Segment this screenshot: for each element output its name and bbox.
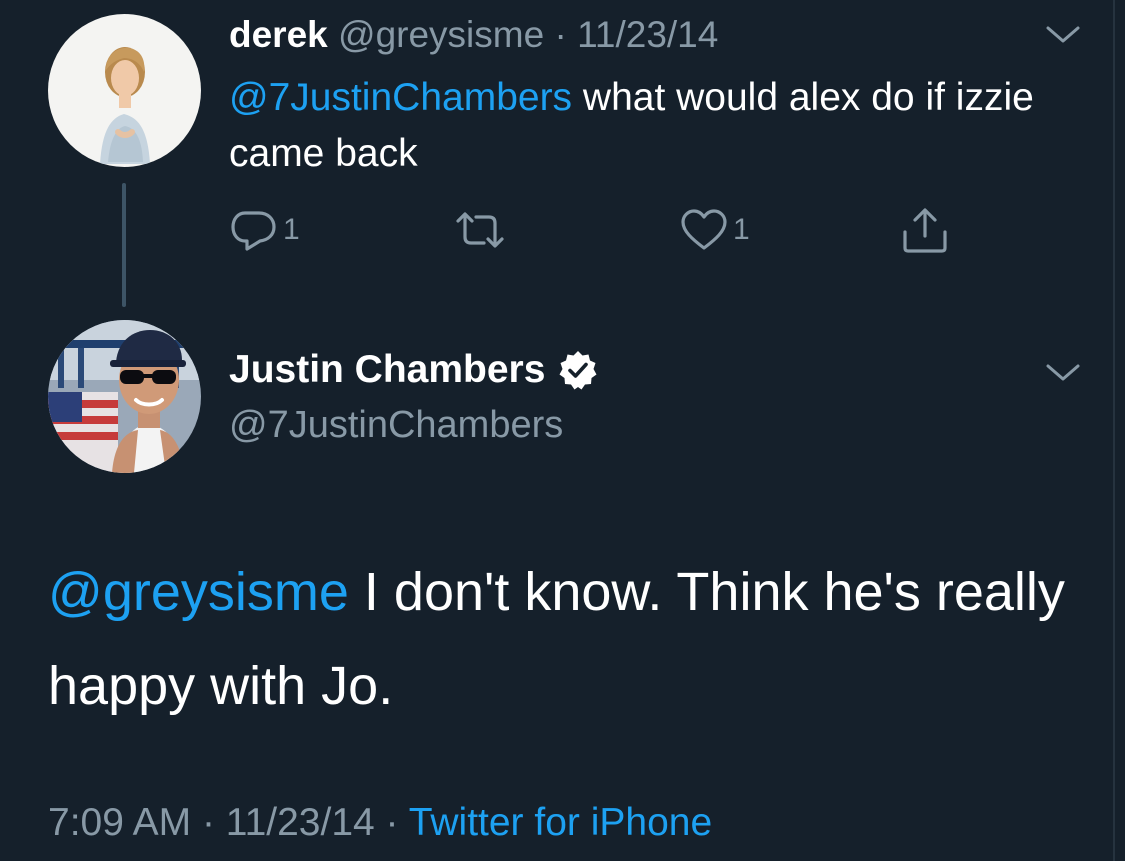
retweet-button[interactable]: [454, 205, 510, 255]
user-handle[interactable]: @greysisme: [338, 14, 544, 55]
share-button[interactable]: [900, 205, 950, 255]
verified-badge-icon: [559, 351, 597, 390]
thread-connector-line: [122, 183, 126, 307]
meta-separator: ·: [385, 801, 399, 844]
avatar[interactable]: [48, 14, 201, 167]
avatar[interactable]: [48, 320, 201, 473]
meta-separator: ·: [201, 801, 215, 844]
like-count: 1: [733, 213, 750, 246]
tweet-meta: 7:09 AM · 11/23/14 · Twitter for iPhone: [48, 797, 712, 849]
mention-link[interactable]: @7JustinChambers: [229, 76, 572, 119]
tweet2-header: Justin Chambers: [229, 345, 599, 395]
tweet-time: 7:09 AM: [48, 801, 192, 844]
avatar-justin-image: [48, 320, 201, 473]
share-icon: [903, 208, 947, 253]
heart-icon: [681, 209, 727, 250]
user-handle[interactable]: @7JustinChambers: [229, 401, 563, 449]
like-button[interactable]: 1: [679, 205, 750, 255]
tweet1-header: derek @greysisme · 11/23/14: [229, 12, 718, 58]
mention-link[interactable]: @greysisme: [48, 562, 349, 622]
reply-count: 1: [283, 213, 300, 246]
retweet-icon: [456, 212, 504, 248]
scrollbar-edge: [1113, 0, 1115, 861]
chevron-down-icon[interactable]: [1045, 25, 1081, 50]
reply-button[interactable]: 1: [229, 205, 300, 255]
display-name[interactable]: Justin Chambers: [229, 345, 545, 395]
tweet1-text: @7JustinChambers what would alex do if i…: [229, 70, 1079, 182]
header-separator: ·: [554, 14, 567, 55]
tweet2-text: @greysisme I don't know. Think he's real…: [48, 545, 1088, 733]
chevron-down-icon[interactable]: [1045, 363, 1081, 388]
avatar-derek-image: [48, 14, 201, 167]
tweet-date: 11/23/14: [225, 801, 375, 844]
display-name[interactable]: derek: [229, 14, 328, 55]
tweet-thread: derek @greysisme · 11/23/14 @7JustinCham…: [0, 0, 1125, 861]
source-link[interactable]: Twitter for iPhone: [409, 801, 712, 844]
tweet-date[interactable]: 11/23/14: [577, 14, 718, 55]
reply-icon: [231, 211, 276, 251]
